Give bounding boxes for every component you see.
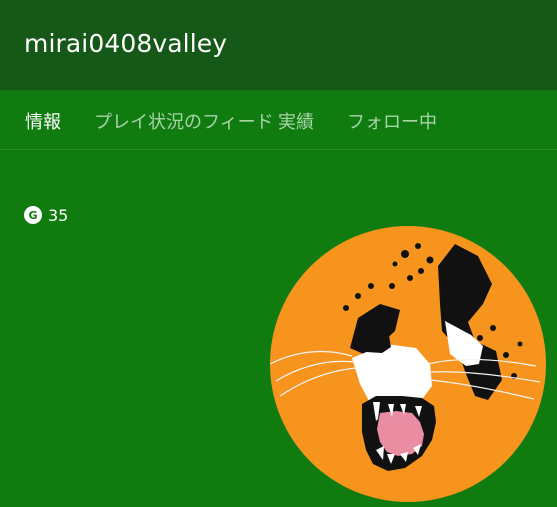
- cheetah-avatar: [270, 226, 546, 502]
- tab-following[interactable]: フォロー中: [347, 108, 437, 134]
- tab-activity-feed[interactable]: プレイ状況のフィード: [94, 108, 274, 134]
- tab-achievements[interactable]: 実績: [278, 108, 314, 134]
- profile-tabs: 情報 プレイ状況のフィード 実績 フォロー中: [0, 90, 557, 150]
- gamertag: mirai0408valley: [24, 29, 228, 58]
- gamerscore: G 35: [24, 205, 68, 225]
- gamerscore-value: 35: [48, 205, 69, 225]
- gamerscore-icon: G: [24, 206, 42, 224]
- tab-info[interactable]: 情報: [25, 108, 61, 134]
- profile-header: mirai0408valley: [0, 0, 557, 90]
